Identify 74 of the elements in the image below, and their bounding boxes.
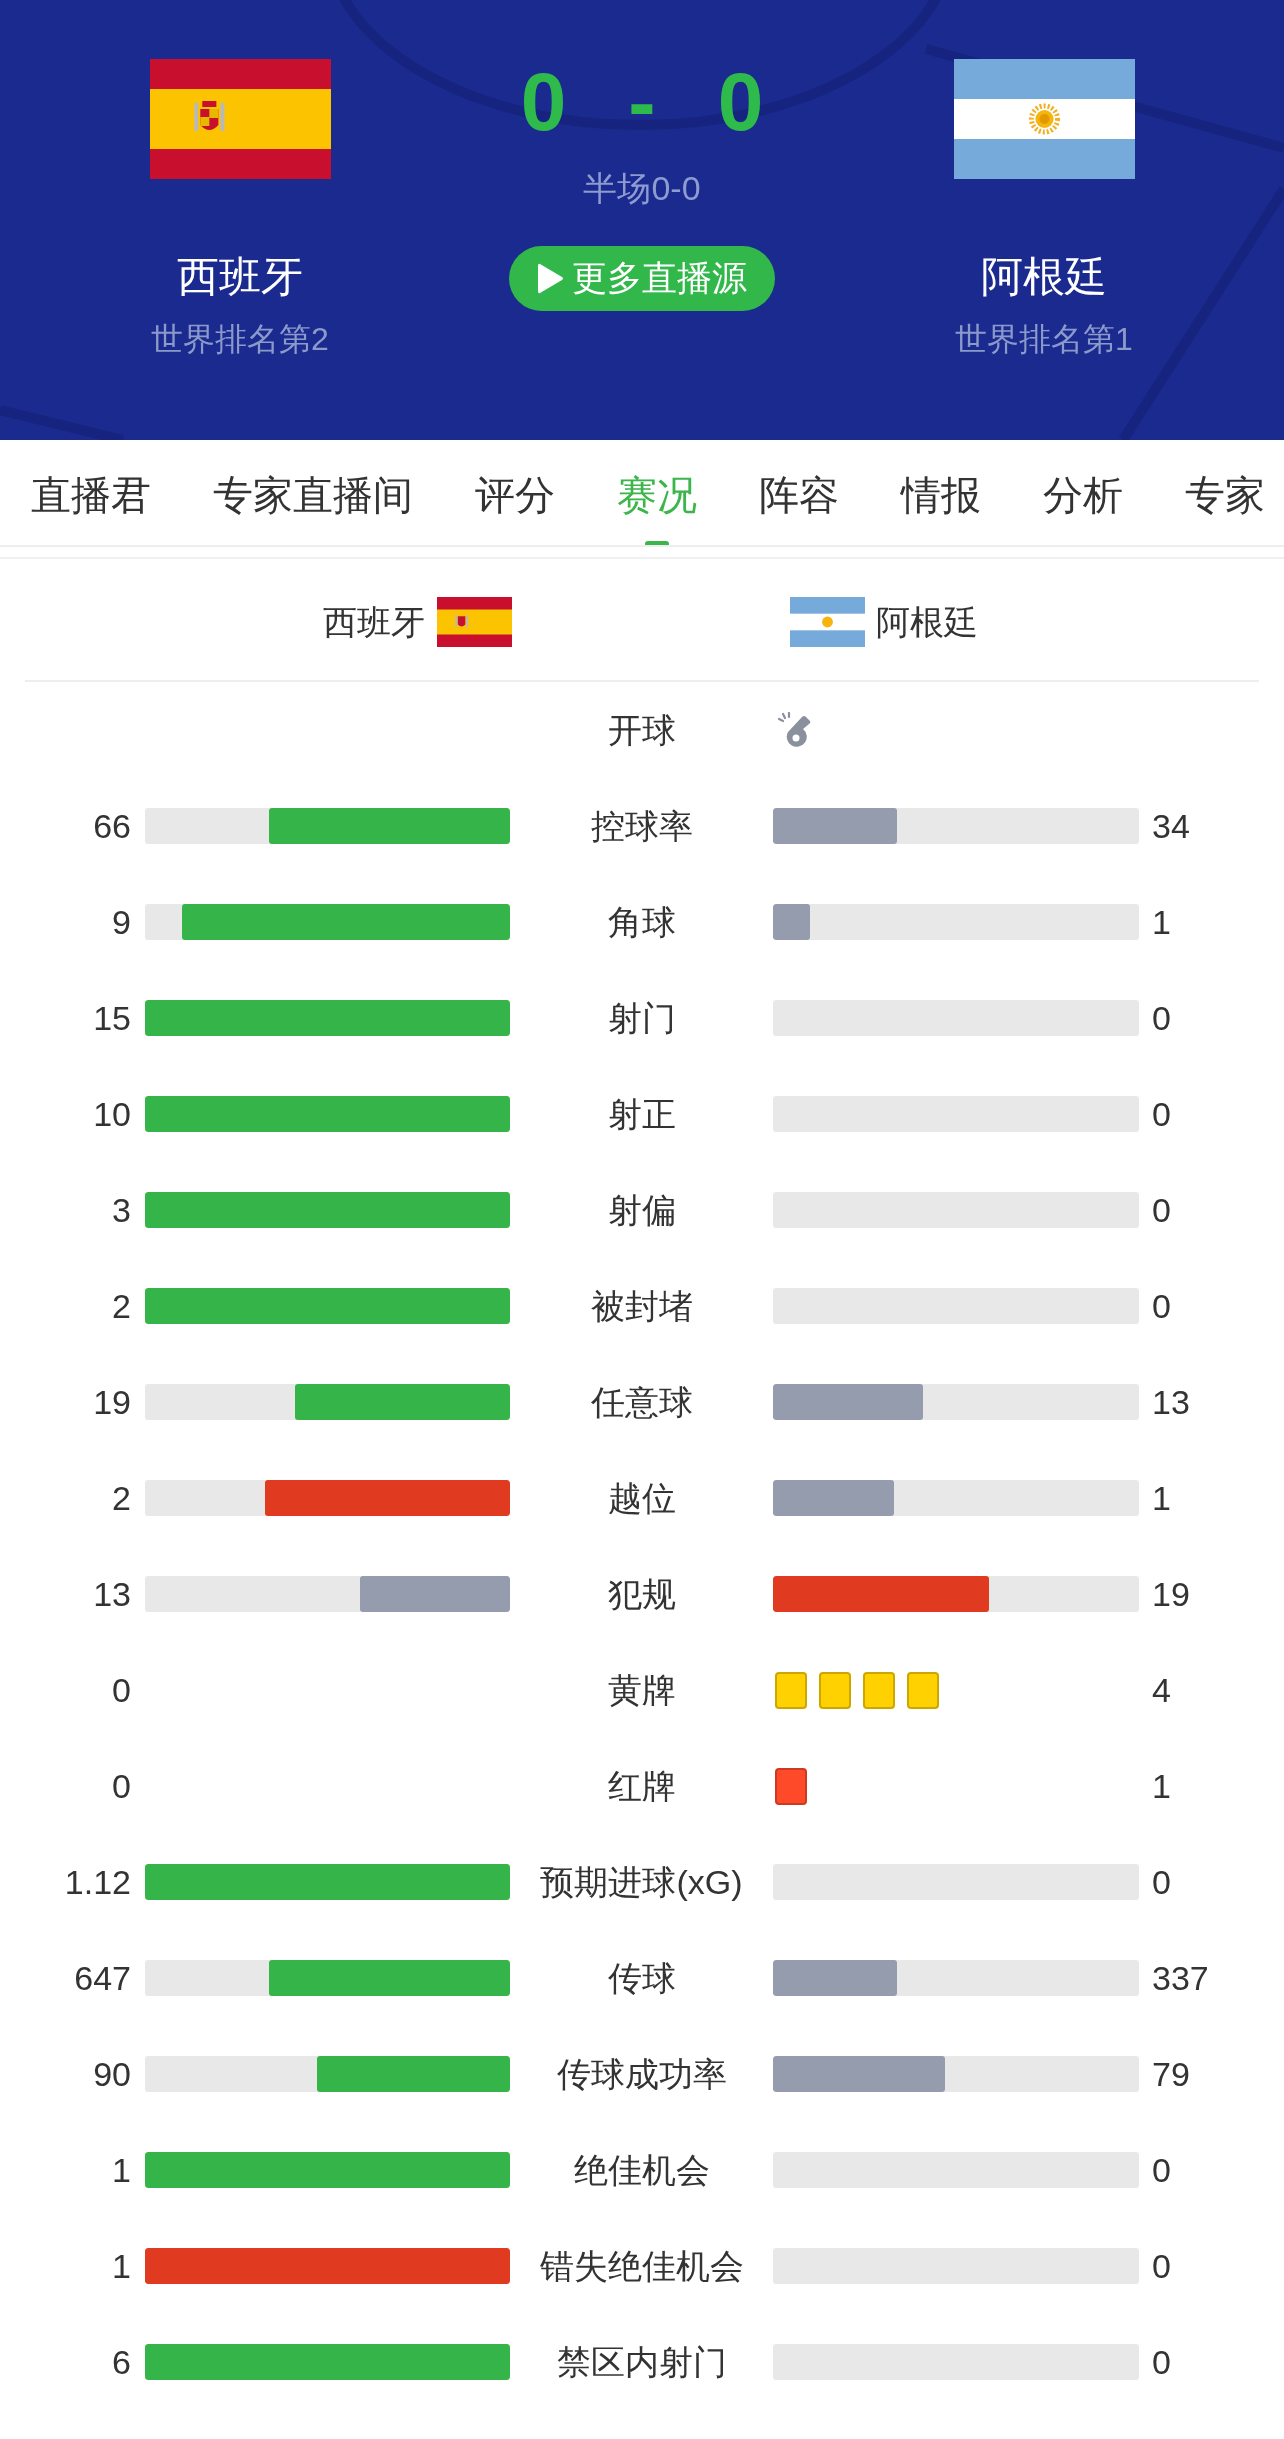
stat-value: 2 <box>112 1286 131 1326</box>
stat-label: 传球 <box>607 1958 676 1998</box>
stat-value: 34 <box>1152 806 1190 846</box>
stat-value: 0 <box>1152 2342 1171 2382</box>
argentina-flag-icon <box>953 59 1135 179</box>
stat-label: 射正 <box>607 1094 676 1134</box>
stat-label: 犯规 <box>607 1574 676 1614</box>
stat-value: 3 <box>112 1190 131 1230</box>
stat-value: 2 <box>112 1478 131 1518</box>
stat-value: 337 <box>1152 1958 1209 1998</box>
tab[interactable]: 情报 <box>901 473 981 545</box>
stat-value: 0 <box>1152 998 1171 1038</box>
tab[interactable]: 分析 <box>1043 473 1123 545</box>
stat-label: 黄牌 <box>607 1670 676 1710</box>
stat-label: 红牌 <box>607 1766 676 1806</box>
team-rank: 世界排名第2 <box>151 320 329 359</box>
tab[interactable]: 专家直播间 <box>213 473 413 545</box>
stat-label: 射门 <box>607 998 676 1038</box>
stat-value: 1 <box>112 2246 131 2286</box>
stat-label: 预期进球(xG) <box>540 1862 743 1902</box>
stat-value: 0 <box>1152 2246 1171 2286</box>
stat-value: 90 <box>93 2054 131 2094</box>
stat-value: 1 <box>112 2150 131 2190</box>
stat-value: 1 <box>1152 902 1171 942</box>
stat-value: 13 <box>93 1574 131 1614</box>
stat-value: 0 <box>1152 1094 1171 1134</box>
stat-value: 19 <box>1152 1574 1190 1614</box>
team-rank: 世界排名第1 <box>955 320 1133 359</box>
stat-label: 错失绝佳机会 <box>539 2246 744 2286</box>
stat-value: 1.12 <box>64 1862 131 1902</box>
play-icon <box>537 262 564 295</box>
stat-value: 0 <box>1152 2150 1171 2190</box>
spain-flag-icon <box>437 597 512 647</box>
stat-value: 0 <box>1152 1862 1171 1902</box>
stat-label: 开球 <box>607 710 676 750</box>
argentina-flag-icon <box>790 597 865 647</box>
stat-value: 647 <box>74 1958 131 1998</box>
stat-label: 任意球 <box>590 1382 693 1422</box>
stat-value: 79 <box>1152 2054 1190 2094</box>
tab[interactable]: 直播君 <box>31 473 151 545</box>
stat-value: 10 <box>93 1094 131 1134</box>
stat-label: 角球 <box>607 902 676 942</box>
home-score: 0 <box>520 57 567 147</box>
half-time-score: 半场0-0 <box>583 168 701 208</box>
stat-label: 射偏 <box>607 1190 676 1230</box>
stat-value: 0 <box>1152 1286 1171 1326</box>
stat-label: 绝佳机会 <box>573 2150 710 2190</box>
stat-value: 4 <box>1152 1670 1171 1710</box>
stat-value: 0 <box>112 1766 131 1806</box>
team-name: 阿根廷 <box>876 602 978 642</box>
stat-label: 控球率 <box>590 806 693 846</box>
stat-value: 0 <box>112 1670 131 1710</box>
stat-label: 传球成功率 <box>556 2054 727 2094</box>
tab[interactable]: 阵容 <box>759 473 839 545</box>
stat-label: 被封堵 <box>590 1286 693 1326</box>
stat-value: 6 <box>112 2342 131 2382</box>
stat-value: 9 <box>112 902 131 942</box>
stat-label: 禁区内射门 <box>556 2342 727 2382</box>
tab[interactable]: 评分 <box>475 473 555 545</box>
stat-value: 15 <box>93 998 131 1038</box>
stat-value: 66 <box>93 806 131 846</box>
stat-value: 13 <box>1152 1382 1190 1422</box>
stat-value: 0 <box>1152 1190 1171 1230</box>
team-name: 西班牙 <box>177 252 303 302</box>
spain-flag-icon <box>149 59 331 179</box>
team-name: 阿根廷 <box>981 252 1107 302</box>
stat-value: 19 <box>93 1382 131 1422</box>
team-name: 西班牙 <box>323 602 425 642</box>
tab[interactable]: 专家 <box>1185 473 1265 545</box>
away-score: 0 <box>717 57 764 147</box>
stat-value: 1 <box>1152 1766 1171 1806</box>
score-separator: - <box>628 57 656 147</box>
stat-value: 1 <box>1152 1478 1171 1518</box>
stat-label: 越位 <box>607 1478 676 1518</box>
